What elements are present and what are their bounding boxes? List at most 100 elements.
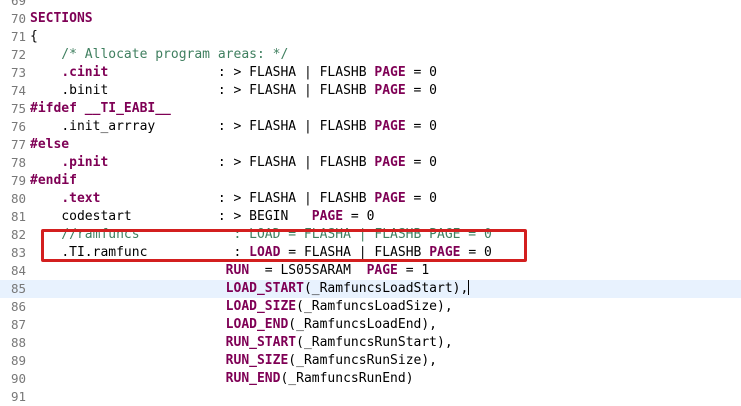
run-end-arg: (_RamfuncsRunEnd) bbox=[280, 371, 414, 386]
line-number: 87 bbox=[10, 317, 26, 332]
open-brace: { bbox=[30, 29, 38, 44]
code-line-85[interactable]: 85 LOAD_START(_RamfuncsLoadStart), bbox=[0, 280, 741, 298]
line-number: 90 bbox=[10, 371, 26, 386]
line-number: 88 bbox=[10, 335, 26, 350]
code-line-74[interactable]: 74 .binit : > FLASHA | FLASHB PAGE = 0 bbox=[0, 82, 741, 100]
code-line-73[interactable]: 73 .cinit : > FLASHA | FLASHB PAGE = 0 bbox=[0, 64, 741, 82]
code-line-87[interactable]: 87 LOAD_END(_RamfuncsLoadEnd), bbox=[0, 316, 741, 334]
section-name: codestart bbox=[61, 209, 132, 224]
load-end-arg: (_RamfuncsLoadEnd), bbox=[288, 317, 438, 332]
page-value: = 0 bbox=[460, 245, 492, 260]
run-start-arg: (_RamfuncsRunStart), bbox=[296, 335, 453, 350]
code-line-72[interactable]: 72 /* Allocate program areas: */ bbox=[0, 46, 741, 64]
line-number: 69 bbox=[10, 0, 26, 8]
page-keyword: PAGE bbox=[374, 65, 406, 80]
line-number: 91 bbox=[10, 389, 26, 404]
code-line-83[interactable]: 83 .TI.ramfunc : LOAD = FLASHA | FLASHB … bbox=[0, 244, 741, 262]
section-target: : > FLASHA | FLASHB bbox=[108, 83, 375, 98]
line-number: 89 bbox=[10, 353, 26, 368]
preprocessor-directive: #endif bbox=[30, 173, 77, 188]
code-line-90[interactable]: 90 RUN_END(_RamfuncsRunEnd) bbox=[0, 370, 741, 388]
section-target: : > BEGIN bbox=[131, 209, 312, 224]
page-value: = 0 bbox=[343, 209, 375, 224]
run-keyword: RUN bbox=[225, 263, 250, 278]
page-value: = 0 bbox=[405, 119, 438, 134]
section-name: .init_arrray bbox=[61, 119, 156, 134]
code-line-89[interactable]: 89 RUN_SIZE(_RamfuncsRunSize), bbox=[0, 352, 741, 370]
section-target: : bbox=[147, 245, 250, 260]
line-number: 82 bbox=[10, 227, 26, 242]
section-name: .text bbox=[61, 191, 101, 206]
code-line-69[interactable]: 69 bbox=[0, 0, 741, 10]
line-number: 73 bbox=[10, 65, 26, 80]
page-value: = 0 bbox=[405, 191, 438, 206]
load-target: = FLASHA | FLASHB bbox=[280, 245, 430, 260]
line-number: 81 bbox=[10, 209, 26, 224]
code-line-75[interactable]: 75 #ifdef __TI_EABI__ bbox=[0, 100, 741, 118]
section-target: : > FLASHA | FLASHB bbox=[155, 119, 375, 134]
code-line-71[interactable]: 71 { bbox=[0, 28, 741, 46]
line-number: 83 bbox=[10, 245, 26, 260]
run-start-keyword: RUN_START bbox=[225, 335, 297, 350]
block-comment: /* Allocate program areas: */ bbox=[30, 47, 289, 62]
code-editor[interactable]: 69 70 SECTIONS 71 { 72 /* Allocate program… bbox=[0, 0, 741, 406]
load-keyword: LOAD bbox=[249, 245, 281, 260]
page-keyword: PAGE bbox=[374, 119, 406, 134]
section-name: .TI.ramfunc bbox=[61, 245, 148, 260]
preprocessor-directive: #else bbox=[30, 137, 70, 152]
section-target: : > FLASHA | FLASHB bbox=[108, 155, 375, 170]
line-number: 86 bbox=[10, 299, 26, 314]
line-number: 84 bbox=[10, 263, 26, 278]
page-value: = 1 bbox=[397, 263, 430, 278]
load-size-arg: (_RamfuncsLoadSize), bbox=[296, 299, 453, 314]
line-number: 72 bbox=[10, 47, 26, 62]
code-line-91[interactable]: 91 bbox=[0, 388, 741, 406]
line-number: 85 bbox=[10, 281, 26, 296]
line-number: 75 bbox=[10, 101, 26, 116]
code-line-84[interactable]: 84 RUN = LS05SARAM PAGE = 1 bbox=[0, 262, 741, 280]
page-keyword: PAGE bbox=[374, 191, 406, 206]
run-size-arg: (_RamfuncsRunSize), bbox=[288, 353, 438, 368]
code-line-82[interactable]: 82 //ramfuncs : LOAD = FLASHA | FLASHB P… bbox=[0, 226, 741, 244]
line-number: 78 bbox=[10, 155, 26, 170]
line-number: 77 bbox=[10, 137, 26, 152]
code-line-76[interactable]: 76 .init_arrray : > FLASHA | FLASHB PAGE… bbox=[0, 118, 741, 136]
code-line-88[interactable]: 88 RUN_START(_RamfuncsRunStart), bbox=[0, 334, 741, 352]
line-number: 74 bbox=[10, 83, 26, 98]
code-line-81[interactable]: 81 codestart : > BEGIN PAGE = 0 bbox=[0, 208, 741, 226]
code-line-79[interactable]: 79 #endif bbox=[0, 172, 741, 190]
run-target: = LS05SARAM bbox=[249, 263, 367, 278]
page-keyword: PAGE bbox=[374, 83, 406, 98]
sections-keyword: SECTIONS bbox=[30, 11, 93, 26]
page-keyword: PAGE bbox=[311, 209, 344, 224]
page-value: = 0 bbox=[405, 65, 438, 80]
line-comment: //ramfuncs : LOAD = FLASHA | FLASHB PAGE… bbox=[30, 227, 492, 242]
line-number: 76 bbox=[10, 119, 26, 134]
page-keyword: PAGE bbox=[366, 263, 398, 278]
code-line-80[interactable]: 80 .text : > FLASHA | FLASHB PAGE = 0 bbox=[0, 190, 741, 208]
page-value: = 0 bbox=[405, 155, 438, 170]
load-size-keyword: LOAD_SIZE bbox=[225, 299, 297, 314]
code-line-86[interactable]: 86 LOAD_SIZE(_RamfuncsLoadSize), bbox=[0, 298, 741, 316]
run-end-keyword: RUN_END bbox=[225, 371, 281, 386]
load-end-keyword: LOAD_END bbox=[225, 317, 289, 332]
line-number: 80 bbox=[10, 191, 26, 206]
code-line-70[interactable]: 70 SECTIONS bbox=[0, 10, 741, 28]
page-keyword: PAGE bbox=[429, 245, 461, 260]
code-line-77[interactable]: 77 #else bbox=[0, 136, 741, 154]
code-line-78[interactable]: 78 .pinit : > FLASHA | FLASHB PAGE = 0 bbox=[0, 154, 741, 172]
line-number: 70 bbox=[10, 11, 26, 26]
line-number: 71 bbox=[10, 29, 26, 44]
page-keyword: PAGE bbox=[374, 155, 406, 170]
